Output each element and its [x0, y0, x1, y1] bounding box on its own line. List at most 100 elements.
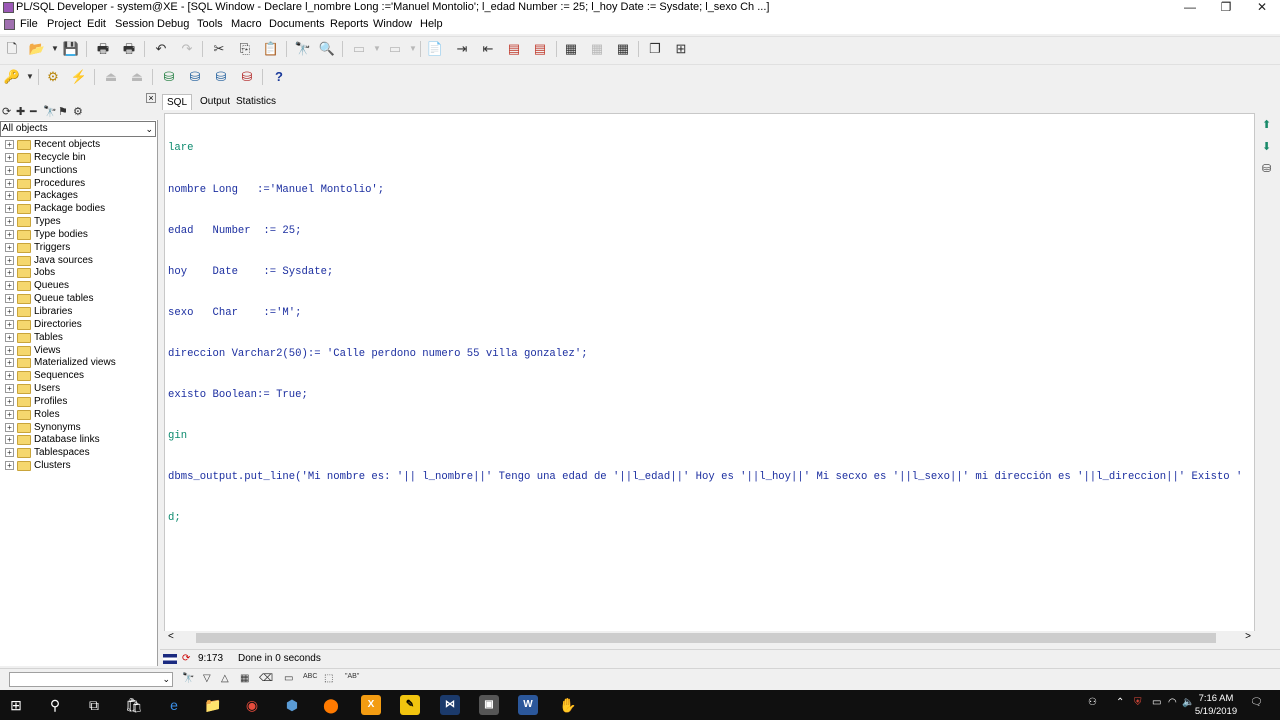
window-list-icon[interactable]: ▦	[562, 40, 580, 58]
menu-help[interactable]: Help	[420, 18, 443, 30]
unindent-icon[interactable]: ⇤	[479, 40, 497, 58]
document-icon[interactable]: 📄	[426, 40, 444, 58]
expand-icon[interactable]: +	[5, 319, 14, 329]
people-icon[interactable]: ⚇	[1088, 697, 1097, 708]
match-case-icon[interactable]: ABC	[303, 673, 317, 680]
regex-icon[interactable]: "AB"	[345, 673, 359, 680]
expand-icon[interactable]: +	[5, 217, 14, 227]
minimize-button[interactable]: —	[1172, 0, 1208, 16]
window-tool-icon[interactable]: ▦	[614, 40, 632, 58]
tab-output[interactable]: Output	[196, 94, 234, 110]
expand-icon[interactable]: +	[5, 281, 14, 291]
close-button[interactable]: ✕	[1244, 0, 1280, 16]
database-icon[interactable]: ⛁	[1262, 162, 1271, 175]
open-icon[interactable]: 📂	[28, 40, 46, 58]
expand-icon[interactable]: +	[5, 422, 14, 432]
tree-item-materialized-views[interactable]: + Materialized views	[0, 356, 156, 369]
file-explorer-icon[interactable]: 📁	[203, 695, 223, 715]
tree-item-types[interactable]: + Types	[0, 215, 156, 228]
expand-icon[interactable]: +	[5, 152, 14, 162]
tree-item-directories[interactable]: + Directories	[0, 318, 156, 331]
windows-start-icon[interactable]: ⊞	[6, 695, 26, 715]
tree-item-jobs[interactable]: + Jobs	[0, 266, 156, 279]
expand-icon[interactable]: +	[5, 204, 14, 214]
expand-icon[interactable]: +	[5, 396, 14, 406]
tree-item-recycle-bin[interactable]: + Recycle bin	[0, 151, 156, 164]
tree-item-tables[interactable]: + Tables	[0, 331, 156, 344]
expand-icon[interactable]: +	[5, 371, 14, 381]
tree-item-procedures[interactable]: + Procedures	[0, 177, 156, 190]
expand-icon[interactable]: +	[5, 358, 14, 368]
copy-icon[interactable]: ⎘	[236, 40, 254, 58]
db-icon[interactable]: ⛁	[186, 68, 204, 86]
tree-item-queue-tables[interactable]: + Queue tables	[0, 292, 156, 305]
expand-icon[interactable]: +	[5, 229, 14, 239]
find-input[interactable]: ⌄	[9, 672, 173, 687]
tree-item-synonyms[interactable]: + Synonyms	[0, 421, 156, 434]
expand-icon[interactable]: +	[5, 268, 14, 278]
whole-word-icon[interactable]: ⬚	[324, 673, 333, 684]
tree-item-profiles[interactable]: + Profiles	[0, 395, 156, 408]
eraser-icon[interactable]: ⌫	[259, 673, 273, 684]
key-icon[interactable]: 🔑	[3, 68, 21, 86]
add-icon[interactable]: ✚	[16, 105, 25, 118]
wifi-icon[interactable]: ◠	[1168, 697, 1177, 708]
menu-debug[interactable]: Debug	[157, 18, 189, 30]
tree-item-packages[interactable]: + Packages	[0, 189, 156, 202]
app-icon[interactable]: ✋	[558, 695, 578, 715]
expand-icon[interactable]: +	[5, 178, 14, 188]
antivirus-icon[interactable]: ⛨	[1134, 697, 1142, 708]
tree-item-triggers[interactable]: + Triggers	[0, 241, 156, 254]
cascade-icon[interactable]: ❐	[646, 40, 664, 58]
find-next-icon[interactable]: 🔍	[318, 40, 336, 58]
paste-icon[interactable]: 📋	[262, 40, 280, 58]
system-clock[interactable]: 7:16 AM 5/19/2019	[1190, 692, 1242, 718]
tree-item-queues[interactable]: + Queues	[0, 279, 156, 292]
settings-icon[interactable]: ⚙	[73, 105, 83, 118]
sql-editor[interactable]: lare nombre Long :='Manuel Montolio'; ed…	[164, 113, 1255, 645]
help-icon[interactable]: ?	[270, 68, 288, 86]
db-connect-icon[interactable]: ⛁	[160, 68, 178, 86]
word-icon[interactable]: W	[518, 695, 538, 715]
tree-item-recent-objects[interactable]: + Recent objects	[0, 138, 156, 151]
case-icon[interactable]: ▭	[284, 673, 293, 684]
expand-icon[interactable]: +	[5, 332, 14, 342]
chevron-up-icon[interactable]: ⌃	[1116, 697, 1124, 708]
print-preview-icon[interactable]: 🖶	[120, 40, 138, 58]
find-icon[interactable]: 🔭	[294, 40, 312, 58]
filter-icon[interactable]: ⚑	[58, 105, 68, 118]
tab-statistics[interactable]: Statistics	[232, 94, 280, 110]
edge-icon[interactable]: e	[164, 695, 184, 715]
new-icon[interactable]: 🗋	[3, 40, 21, 58]
code-area[interactable]: lare nombre Long :='Manuel Montolio'; ed…	[168, 115, 1242, 554]
expand-icon[interactable]: +	[5, 294, 14, 304]
tree-item-roles[interactable]: + Roles	[0, 408, 156, 421]
xampp-icon[interactable]: X	[361, 695, 381, 715]
tree-item-users[interactable]: + Users	[0, 382, 156, 395]
menu-edit[interactable]: Edit	[87, 18, 106, 30]
notes-icon[interactable]: ✎	[400, 695, 420, 715]
expand-icon[interactable]: +	[5, 255, 14, 265]
tree-item-java-sources[interactable]: + Java sources	[0, 254, 156, 267]
menu-window[interactable]: Window	[373, 18, 412, 30]
find-previous-icon[interactable]: △	[221, 673, 229, 684]
expand-icon[interactable]: +	[5, 384, 14, 394]
search-icon[interactable]: ⚲	[45, 695, 65, 715]
refresh-icon[interactable]: ⟳	[182, 653, 190, 664]
maximize-button[interactable]: ❐	[1208, 0, 1244, 16]
tree-item-database-links[interactable]: + Database links	[0, 433, 156, 446]
tree-item-clusters[interactable]: + Clusters	[0, 459, 156, 472]
tree-item-tablespaces[interactable]: + Tablespaces	[0, 446, 156, 459]
task-view-icon[interactable]: ⧉	[84, 695, 104, 715]
chrome-icon[interactable]: ◉	[242, 695, 262, 715]
menu-session[interactable]: Session	[115, 18, 154, 30]
cut-icon[interactable]: ✂	[210, 40, 228, 58]
comment-icon[interactable]: ▤	[505, 40, 523, 58]
expand-icon[interactable]: +	[5, 140, 14, 149]
key-dropdown-icon[interactable]: ▼	[21, 68, 39, 86]
battery-icon[interactable]: ▭	[1152, 697, 1161, 708]
scroll-right-icon[interactable]: >	[1245, 631, 1251, 642]
find-next-icon[interactable]: ▽	[203, 673, 211, 684]
expand-icon[interactable]: +	[5, 165, 14, 175]
indent-icon[interactable]: ⇥	[453, 40, 471, 58]
